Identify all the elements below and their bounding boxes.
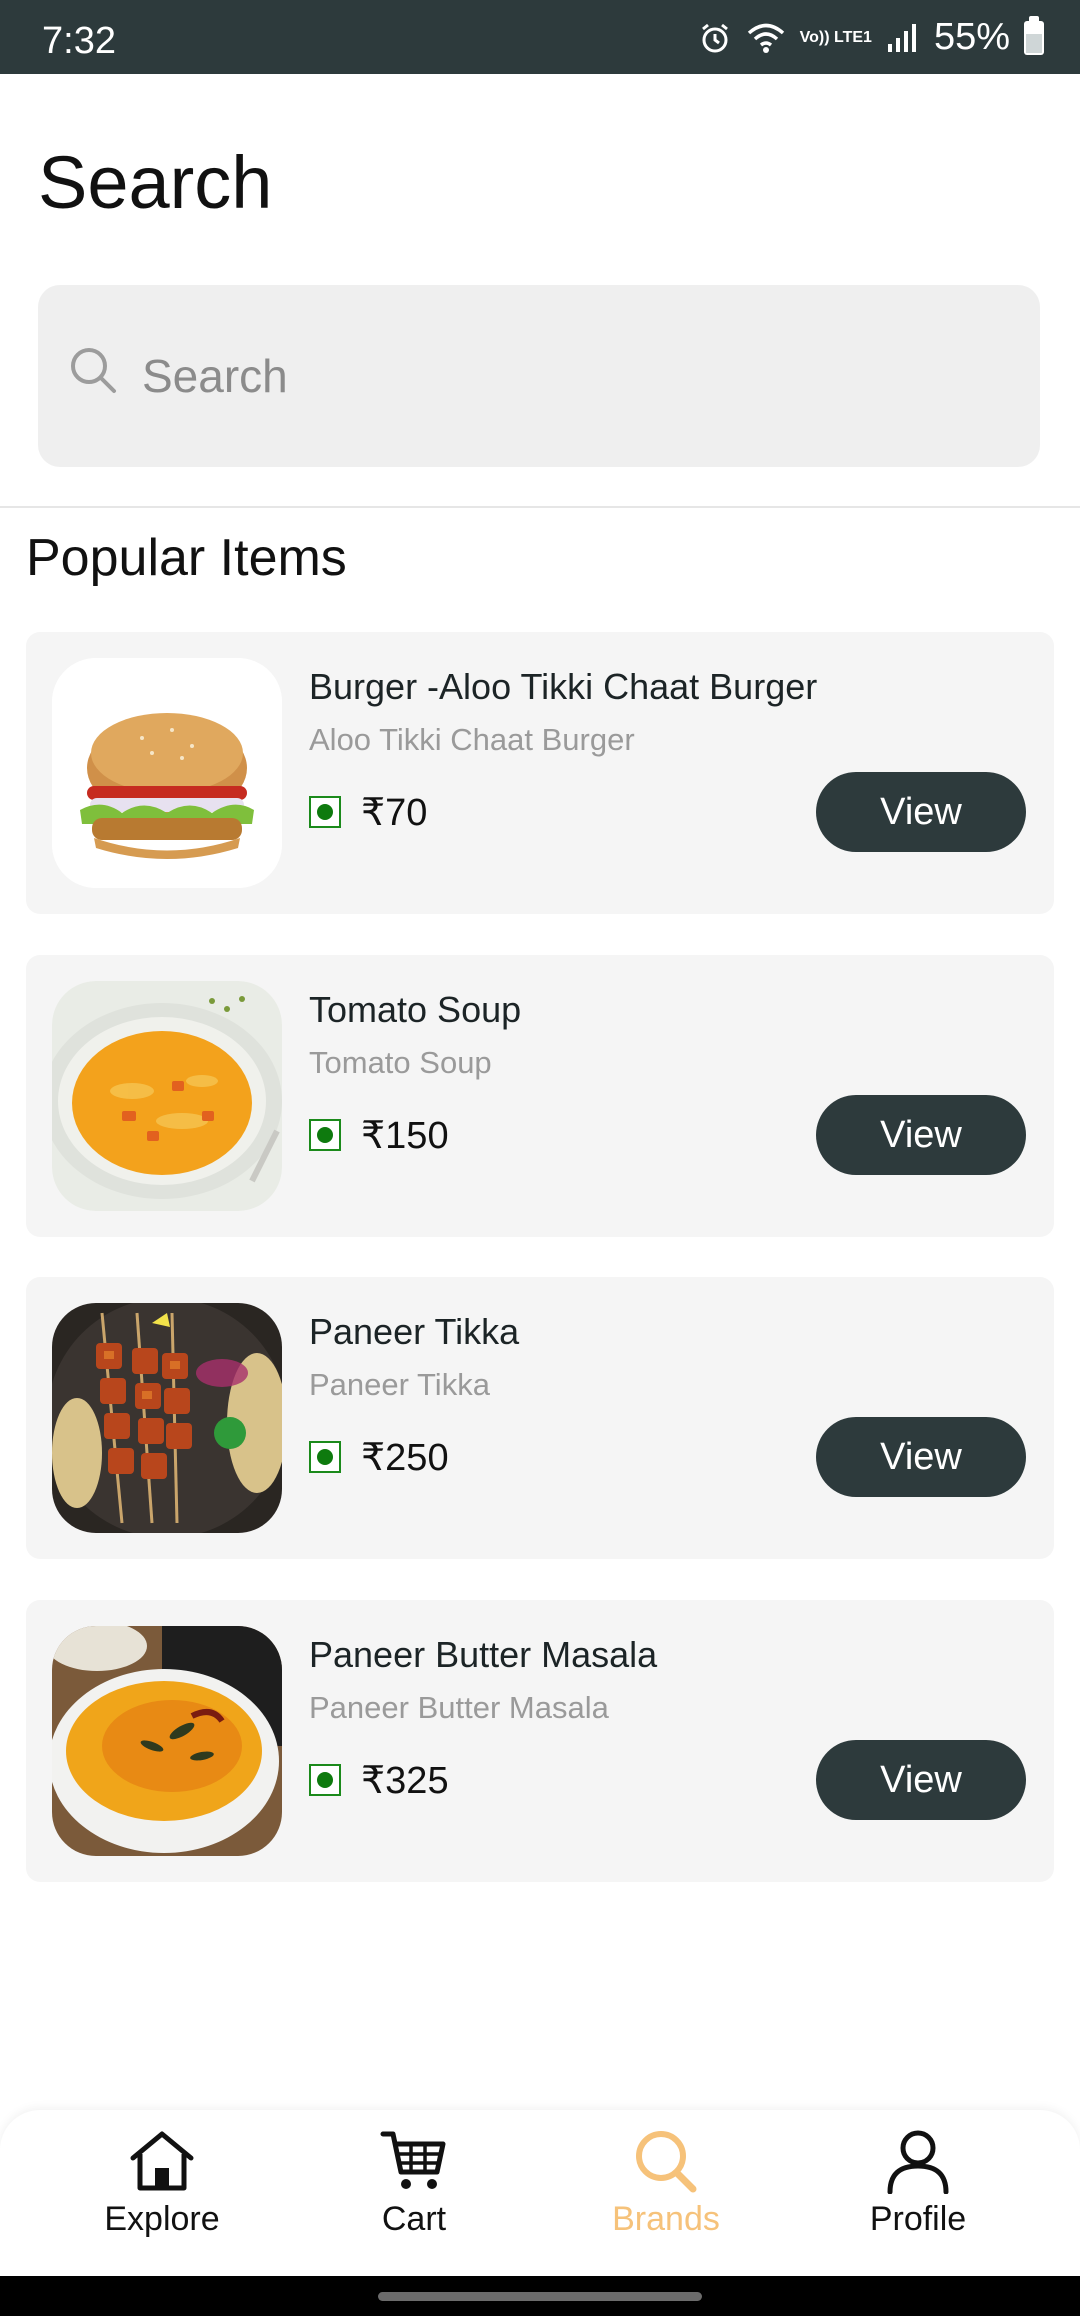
veg-indicator-icon [309,1764,341,1796]
view-button[interactable]: View [816,1417,1026,1497]
veg-indicator-icon [309,1441,341,1473]
paneer-tikka-image [52,1303,282,1533]
nav-item-profile[interactable]: Profile [818,2128,1018,2258]
view-button[interactable]: View [816,1095,1026,1175]
search-icon [71,348,116,393]
home-icon [130,2131,194,2191]
item-name: Paneer Butter Masala [309,1634,658,1675]
search-input[interactable] [140,335,1004,417]
item-name: Burger -Aloo Tikki Chaat Burger [309,666,818,707]
item-subtitle: Aloo Tikki Chaat Burger [309,722,635,757]
cart-icon [380,2131,446,2189]
divider [0,506,1080,508]
item-price: ₹70 [361,792,428,834]
view-button[interactable]: View [816,1740,1026,1820]
paneer-butter-masala-image [52,1626,282,1856]
veg-indicator-icon [309,1119,341,1151]
alarm-icon [701,23,728,52]
burger-image [52,658,282,888]
item-card[interactable]: Paneer Tikka Paneer Tikka ₹250 View [26,1277,1054,1559]
network-type-label: Vo)) LTE1 [799,28,872,46]
item-card[interactable]: Burger -Aloo Tikki Chaat Burger Aloo Tik… [26,632,1054,914]
item-price: ₹150 [361,1115,449,1157]
search-icon [636,2131,697,2193]
status-bar: 7:32 Vo)) LTE1 55% [0,0,1080,74]
status-time: 7:32 [42,20,116,62]
item-card[interactable]: Tomato Soup Tomato Soup ₹150 View [26,955,1054,1237]
item-price: ₹250 [361,1437,449,1479]
section-title: Popular Items [26,529,347,587]
item-price: ₹325 [361,1760,449,1802]
page-title: Search [38,141,273,224]
wifi-icon [747,23,784,53]
nav-item-brands[interactable]: Brands [566,2128,766,2258]
nav-label-brands: Brands [612,2200,720,2238]
item-subtitle: Paneer Butter Masala [309,1690,609,1725]
person-icon [887,2130,949,2194]
system-gesture-bar [0,2276,1080,2316]
item-name: Paneer Tikka [309,1311,520,1352]
signal-icon [887,23,916,52]
home-gesture-handle[interactable] [378,2292,702,2301]
nav-label-cart: Cart [381,2200,447,2238]
status-icons: Vo)) LTE1 55% [698,15,1044,59]
nav-label-explore: Explore [104,2200,220,2238]
item-name: Tomato Soup [309,989,522,1030]
item-subtitle: Tomato Soup [309,1045,492,1080]
search-bar[interactable] [38,285,1040,467]
tomato-soup-image [52,981,282,1211]
item-card[interactable]: Paneer Butter Masala Paneer Butter Masal… [26,1600,1054,1882]
nav-label-profile: Profile [869,2200,967,2238]
battery-icon [1024,15,1044,55]
nav-item-explore[interactable]: Explore [62,2128,262,2258]
bottom-navigation: Explore Cart Brands Profile [0,2110,1080,2276]
view-button[interactable]: View [816,772,1026,852]
battery-percent: 55% [933,16,1010,58]
item-subtitle: Paneer Tikka [309,1367,490,1402]
veg-indicator-icon [309,796,341,828]
nav-item-cart[interactable]: Cart [314,2128,514,2258]
